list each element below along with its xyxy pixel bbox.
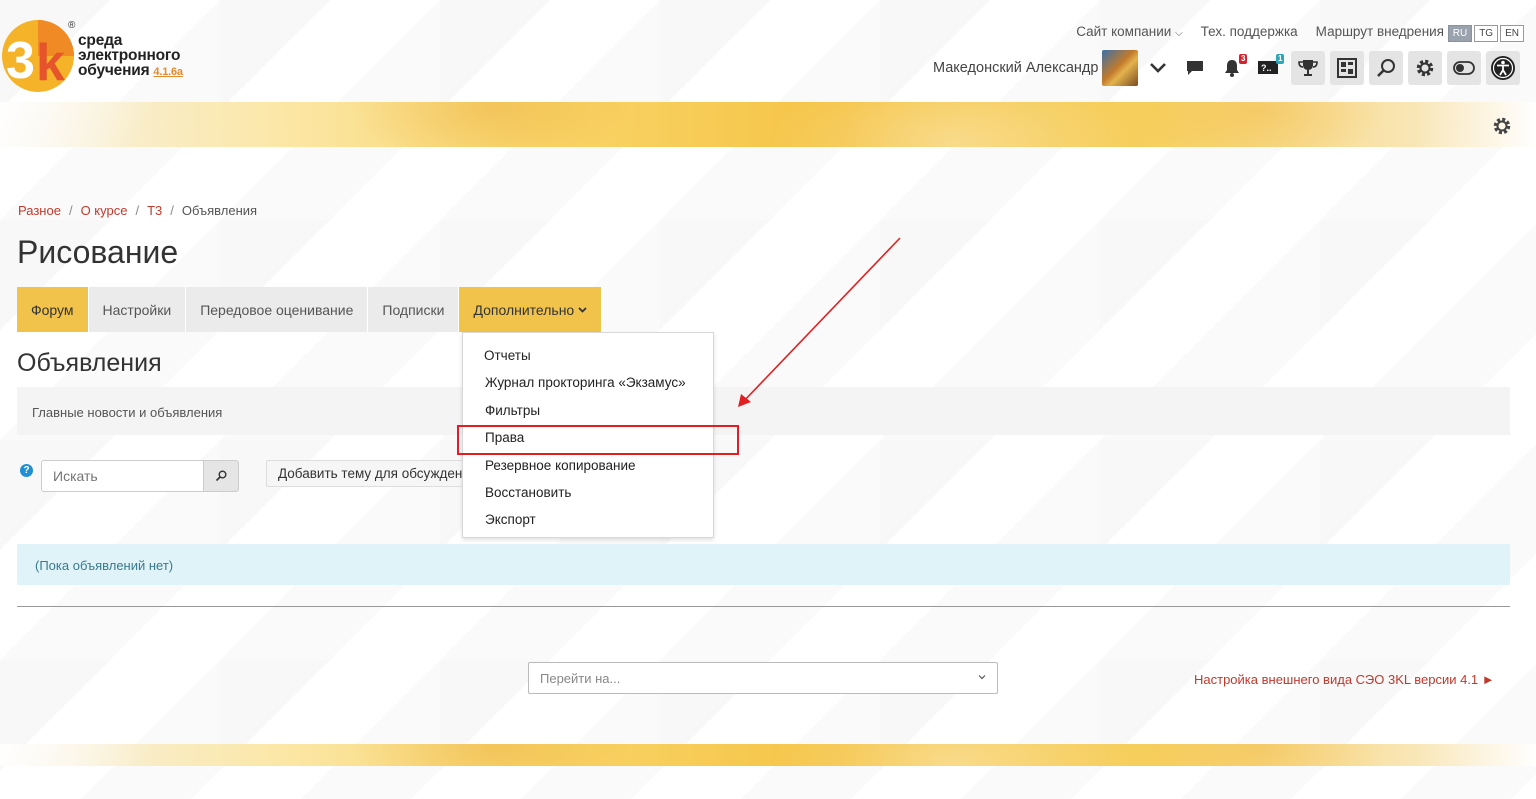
logo-line3-text: обучения <box>78 62 150 79</box>
page-title: Рисование <box>17 234 179 270</box>
jump-to-select[interactable]: Перейти на... <box>528 662 998 694</box>
support-link[interactable]: Тех. поддержка <box>1201 24 1298 39</box>
questions-button[interactable]: ?.. 1 <box>1252 51 1286 85</box>
activity-tabs: Форум Настройки Передовое оценивание Под… <box>17 287 603 332</box>
menu-item-filters[interactable]: Фильтры <box>463 397 713 424</box>
svg-text:?..: ?.. <box>1261 63 1272 73</box>
intro-text: Главные новости и объявления <box>32 405 223 420</box>
breadcrumb-item[interactable]: Разное <box>18 203 61 218</box>
add-topic-button[interactable]: Добавить тему для обсуждения <box>266 460 466 487</box>
notifications-badge: 3 <box>1239 54 1248 64</box>
lang-tg[interactable]: TG <box>1474 25 1499 42</box>
menu-item-export[interactable]: Экспорт <box>463 506 713 533</box>
trophy-icon <box>1298 60 1319 76</box>
top-nav: Сайт компании ⌵ Тех. поддержка Маршрут в… <box>1040 24 1444 39</box>
search-input[interactable] <box>41 460 204 492</box>
company-site-label: Сайт компании <box>1076 24 1172 39</box>
menu-item-backup[interactable]: Резервное копирование <box>463 452 713 479</box>
tab-forum[interactable]: Форум <box>17 287 89 332</box>
next-activity-link[interactable]: Настройка внешнего вида СЭО 3KL версии 4… <box>1194 672 1495 687</box>
jump-to-label: Перейти на... <box>540 670 621 686</box>
lang-en[interactable]: EN <box>1500 25 1524 42</box>
user-name[interactable]: Македонский Александр <box>933 60 1098 76</box>
lang-ru[interactable]: RU <box>1447 25 1473 42</box>
breadcrumb-separator: / <box>68 203 73 218</box>
menu-item-proctoring-log[interactable]: Журнал прокторинга «Экзамус» <box>463 369 713 396</box>
search-icon <box>215 470 227 482</box>
theme-toggle[interactable] <box>1447 51 1482 85</box>
route-link[interactable]: Маршрут внедрения <box>1316 24 1444 39</box>
user-toolbar: Македонский Александр 3 ?.. 1 <box>933 50 1521 86</box>
toggle-icon <box>1453 61 1476 75</box>
version-label[interactable]: 4.1.6a <box>153 66 183 78</box>
breadcrumb: Разное / О курсе / Т3 / Объявления <box>18 203 257 218</box>
achievements-button[interactable] <box>1291 51 1326 85</box>
settings-button[interactable] <box>1408 51 1443 85</box>
footer-band <box>0 744 1536 766</box>
svg-text:®: ® <box>68 20 76 31</box>
breadcrumb-separator: / <box>170 203 174 218</box>
accessibility-button[interactable] <box>1486 51 1521 85</box>
tab-settings[interactable]: Настройки <box>88 287 187 332</box>
section-title: Объявления <box>17 349 162 377</box>
breadcrumb-separator: / <box>135 203 140 218</box>
user-menu-toggle[interactable] <box>1141 51 1175 85</box>
logo[interactable]: 3 k ® <box>2 18 80 99</box>
highlight-box <box>457 425 739 455</box>
questions-badge: 1 <box>1276 54 1285 64</box>
logo-text: среда электронного обучения 4.1.6a <box>78 33 183 80</box>
portfolio-button[interactable] <box>1330 51 1365 85</box>
grid-board-icon <box>1337 58 1358 78</box>
breadcrumb-item[interactable]: О курсе <box>81 203 128 218</box>
tab-more-label: Дополнительно <box>473 301 575 318</box>
breadcrumb-item[interactable]: Т3 <box>147 203 162 218</box>
divider <box>17 606 1510 607</box>
search-icon <box>1377 59 1396 77</box>
gear-icon <box>1493 117 1511 135</box>
svg-text:k: k <box>36 34 65 92</box>
block-settings-button[interactable] <box>1492 116 1512 141</box>
chevron-down-icon <box>1150 63 1167 73</box>
language-switcher: RU TG EN <box>1446 25 1524 42</box>
forum-search <box>41 460 239 492</box>
tab-subscriptions[interactable]: Подписки <box>368 287 460 332</box>
empty-notice: (Пока объявлений нет) <box>17 544 1510 585</box>
intro-box: Главные новости и объявления <box>17 387 1510 435</box>
logo-line3: обучения 4.1.6a <box>78 63 183 80</box>
chevron-down-icon <box>978 675 986 680</box>
notifications-button[interactable]: 3 <box>1215 51 1249 85</box>
breadcrumb-current: Объявления <box>181 203 258 218</box>
search-button[interactable] <box>1369 51 1404 85</box>
gear-icon <box>1417 59 1434 77</box>
avatar[interactable] <box>1102 50 1139 86</box>
logo-line1: среда <box>78 32 123 49</box>
messages-button[interactable] <box>1178 51 1212 85</box>
svg-text:3: 3 <box>6 32 35 90</box>
menu-item-restore[interactable]: Восстановить <box>463 479 713 506</box>
tab-more[interactable]: Дополнительно <box>459 287 603 332</box>
header-band <box>0 102 1536 147</box>
logo-line2: электронного <box>78 47 181 64</box>
chevron-down-icon: ⌵ <box>1175 28 1183 39</box>
tab-advanced-grading[interactable]: Передовое оценивание <box>186 287 369 332</box>
help-icon[interactable]: ? <box>20 464 33 477</box>
empty-notice-text: (Пока объявлений нет) <box>35 558 174 573</box>
company-site-link[interactable]: Сайт компании ⌵ <box>1058 24 1182 39</box>
search-submit-button[interactable] <box>204 460 239 492</box>
chat-icon <box>1187 61 1204 75</box>
menu-item-reports[interactable]: Отчеты <box>463 342 713 369</box>
accessibility-icon <box>1491 56 1516 80</box>
chevron-down-icon <box>578 306 587 313</box>
